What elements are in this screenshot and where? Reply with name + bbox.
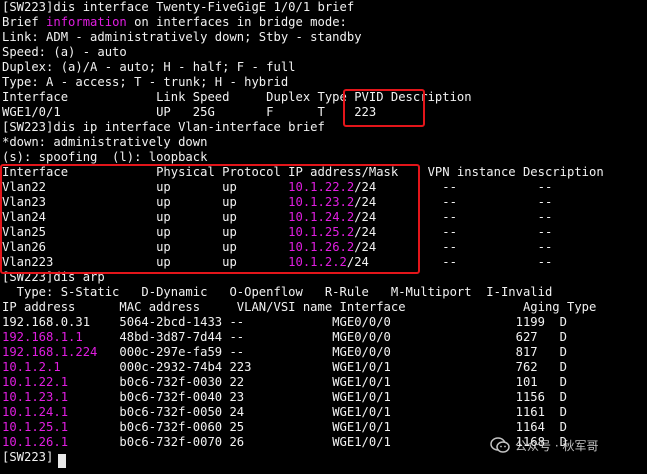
terminal-text: on interfaces in bridge mode: — [126, 15, 347, 29]
terminal-line: Duplex: (a)/A - auto; H - half; F - full — [2, 60, 296, 75]
watermark: 公众号 · 秋军哥 — [490, 434, 598, 456]
highlighted-text: 192.168.1.224 — [2, 345, 98, 359]
terminal-text: Type: S-Static D-Dynamic O-Openflow R-Ru… — [2, 285, 553, 299]
terminal-text: *down: administratively down — [2, 135, 208, 149]
terminal-line: 10.1.26.1 b0c6-732f-0070 26 WGE1/0/1 116… — [2, 435, 567, 450]
terminal-text: b0c6-732f-0040 23 WGE1/0/1 1156 D — [68, 390, 567, 404]
highlighted-text: 10.1.22.1 — [2, 375, 69, 389]
terminal-line: [SW223]dis ip interface Vlan-interface b… — [2, 120, 325, 135]
terminal-text: Speed: (a) - auto — [2, 45, 127, 59]
terminal-line: WGE1/0/1 UP 25G F T 223 — [2, 105, 376, 120]
vlan-interface-table-annotation-box — [0, 164, 420, 274]
terminal-text: Link: ADM - administratively down; Stby … — [2, 30, 362, 44]
terminal-text: b0c6-732f-0060 25 WGE1/0/1 1164 D — [68, 420, 567, 434]
highlighted-text: 192.168.1.1 — [2, 330, 83, 344]
terminal-line: 10.1.2.1 000c-2932-74b4 223 WGE1/0/1 762… — [2, 360, 567, 375]
terminal-line: [SW223]dis interface Twenty-FiveGigE 1/0… — [2, 0, 354, 15]
terminal-text: 48bd-3d87-7d44 -- MGE0/0/0 627 D — [82, 330, 567, 344]
terminal-line: 192.168.0.31 5064-2bcd-1433 -- MGE0/0/0 … — [2, 315, 567, 330]
terminal-line: Type: A - access; T - trunk; H - hybrid — [2, 75, 288, 90]
terminal-text: 192.168.0.31 5064-2bcd-1433 -- MGE0/0/0 … — [2, 315, 567, 329]
highlighted-text: 10.1.24.1 — [2, 405, 69, 419]
watermark-text: 公众号 · 秋军哥 — [515, 438, 599, 453]
terminal-line: Brief information on interfaces in bridg… — [2, 15, 347, 30]
terminal-text: [SW223]dis interface Twenty-FiveGigE 1/0… — [2, 0, 355, 14]
terminal-line: Type: S-Static D-Dynamic O-Openflow R-Ru… — [2, 285, 553, 300]
terminal-text: b0c6-732f-0050 24 WGE1/0/1 1161 D — [68, 405, 567, 419]
terminal-text: 000c-297e-fa59 -- MGE0/0/0 817 D — [97, 345, 567, 359]
terminal-text: [SW223] — [2, 450, 54, 464]
terminal-line: 192.168.1.224 000c-297e-fa59 -- MGE0/0/0… — [2, 345, 567, 360]
highlighted-text: 10.1.2.1 — [2, 360, 61, 374]
highlighted-text: 10.1.23.1 — [2, 390, 69, 404]
terminal-text: IP address MAC address VLAN/VSI name Int… — [2, 300, 597, 314]
type-pvid-annotation-box — [343, 89, 425, 127]
terminal-text: (s): spoofing (l): loopback — [2, 150, 208, 164]
terminal-cursor — [58, 454, 66, 468]
terminal-line: *down: administratively down — [2, 135, 207, 150]
terminal-line: 10.1.24.1 b0c6-732f-0050 24 WGE1/0/1 116… — [2, 405, 567, 420]
highlighted-text: 10.1.26.1 — [2, 435, 69, 449]
terminal-line: 10.1.22.1 b0c6-732f-0030 22 WGE1/0/1 101… — [2, 375, 567, 390]
terminal-text: Duplex: (a)/A - auto; H - half; F - full — [2, 60, 296, 74]
terminal-text: Type: A - access; T - trunk; H - hybrid — [2, 75, 289, 89]
wechat-official-account-icon — [490, 436, 510, 454]
terminal-text: b0c6-732f-0030 22 WGE1/0/1 101 D — [68, 375, 567, 389]
terminal-line: Speed: (a) - auto — [2, 45, 127, 60]
terminal-text: Brief — [2, 15, 47, 29]
terminal-line: Link: ADM - administratively down; Stby … — [2, 30, 362, 45]
terminal-line: (s): spoofing (l): loopback — [2, 150, 207, 165]
terminal-line: [SW223] — [2, 450, 53, 465]
terminal-line: 10.1.25.1 b0c6-732f-0060 25 WGE1/0/1 116… — [2, 420, 567, 435]
highlighted-text: information — [46, 15, 127, 29]
terminal-line: IP address MAC address VLAN/VSI name Int… — [2, 300, 596, 315]
terminal-line: 10.1.23.1 b0c6-732f-0040 23 WGE1/0/1 115… — [2, 390, 567, 405]
terminal-text: WGE1/0/1 UP 25G F T 223 — [2, 105, 377, 119]
terminal-line: 192.168.1.1 48bd-3d87-7d44 -- MGE0/0/0 6… — [2, 330, 567, 345]
terminal-text: [SW223]dis ip interface Vlan-interface b… — [2, 120, 325, 134]
terminal-text: 000c-2932-74b4 223 WGE1/0/1 762 D — [60, 360, 567, 374]
highlighted-text: 10.1.25.1 — [2, 420, 69, 434]
